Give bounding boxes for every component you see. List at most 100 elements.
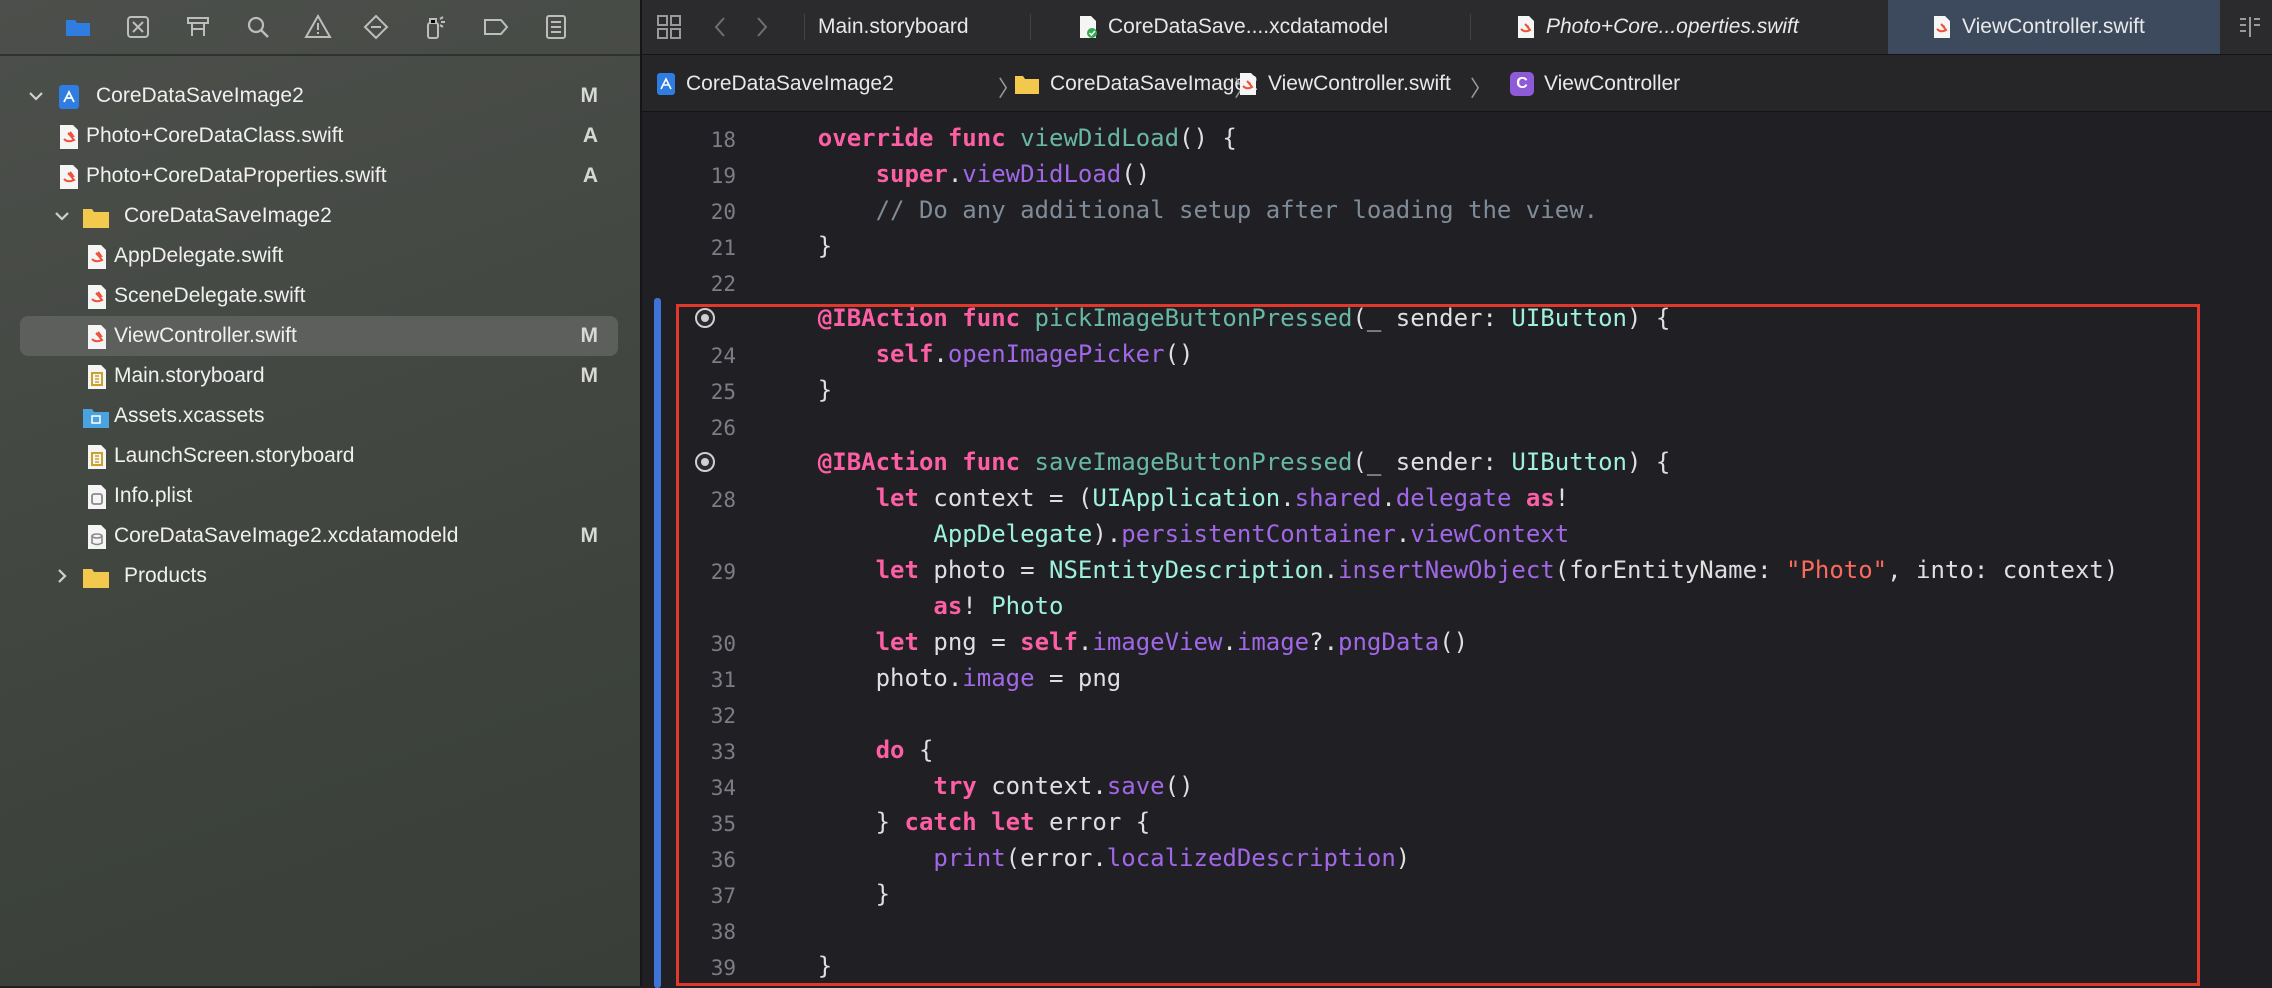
tab-label: CoreDataSave....xcdatamodel [1108, 15, 1389, 38]
code-line[interactable]: 24 self.openImagePicker() [642, 338, 2272, 374]
tree-item-file[interactable]: SceneDelegate.swift [20, 276, 618, 316]
tab-datamodel[interactable]: CoreDataSave....xcdatamodel [1078, 0, 1388, 54]
tree-item-label: Photo+CoreDataClass.swift [86, 124, 344, 147]
tab-viewcontroller[interactable]: ViewController.swift [1888, 0, 2220, 54]
tree-item-file[interactable]: Photo+CoreDataProperties.swift A [20, 156, 618, 196]
test-diamond-icon[interactable] [358, 10, 394, 44]
breakpoint-tag-icon[interactable] [478, 10, 514, 44]
tree-item-file[interactable]: Assets.xcassets [20, 396, 618, 436]
code-text: let context = (UIApplication.shared.dele… [875, 484, 1570, 512]
code-text: let png = self.imageView.image?.pngData(… [875, 628, 1469, 656]
chevron-down-icon[interactable] [52, 206, 72, 226]
breadcrumb-class[interactable]: C ViewController [1510, 70, 1680, 98]
folder-icon [83, 569, 109, 588]
folder-icon[interactable] [60, 10, 96, 44]
line-number: 36 [710, 848, 736, 872]
tree-item-label: Info.plist [114, 484, 193, 507]
datamodel-file-icon [1080, 16, 1097, 38]
chevron-right-icon[interactable] [52, 566, 72, 586]
line-number: 38 [710, 920, 736, 944]
code-line[interactable]: AppDelegate).persistentContainer.viewCon… [642, 518, 2272, 554]
breakpoint-icon[interactable] [695, 308, 715, 328]
xcode-project-icon [657, 73, 675, 95]
code-line[interactable]: 18 override func viewDidLoad() { [642, 122, 2272, 158]
tree-item-project[interactable]: CoreDataSaveImage2 M [20, 76, 618, 116]
tree-item-folder[interactable]: CoreDataSaveImage2 [20, 196, 618, 236]
source-editor: Main.storyboard CoreDataSave....xcdatamo… [642, 0, 2272, 988]
warning-icon[interactable] [300, 10, 336, 44]
tree-item-file[interactable]: LaunchScreen.storyboard [20, 436, 618, 476]
xcode-project-icon [59, 85, 79, 109]
code-text: // Do any additional setup after loading… [875, 196, 1599, 224]
code-line[interactable]: 32 [642, 698, 2272, 734]
class-badge-icon: C [1510, 72, 1534, 96]
code-line[interactable]: 35 } catch let error { [642, 806, 2272, 842]
code-text: @IBAction func pickImageButtonPressed(_ … [817, 304, 1671, 332]
chevron-down-icon[interactable] [26, 86, 46, 106]
code-line[interactable]: 39 } [642, 950, 2272, 986]
line-number: 18 [710, 128, 736, 152]
line-number: 19 [710, 164, 736, 188]
code-area[interactable]: 18 override func viewDidLoad() {19 super… [642, 112, 2272, 988]
search-icon[interactable] [240, 10, 276, 44]
line-number: 34 [710, 776, 736, 800]
tree-item-file[interactable]: CoreDataSaveImage2.xcdatamodeld M [20, 516, 618, 556]
code-line[interactable]: 31 photo.image = png [642, 662, 2272, 698]
tab-label: Photo+Core...operties.swift [1546, 15, 1799, 38]
tree-item-file[interactable]: Photo+CoreDataClass.swift A [20, 116, 618, 156]
breadcrumb-label: CoreDataSaveImage2 [1050, 72, 1258, 95]
breadcrumb-folder[interactable]: CoreDataSaveImage2 [1014, 70, 1258, 98]
swift-file-icon [1240, 73, 1256, 95]
tab-photo-properties[interactable]: Photo+Core...operties.swift [1516, 0, 1799, 54]
code-line[interactable]: 30 let png = self.imageView.image?.pngDa… [642, 626, 2272, 662]
code-text: try context.save() [933, 772, 1194, 800]
tree-item-label: SceneDelegate.swift [114, 284, 306, 307]
code-line[interactable]: 28 let context = (UIApplication.shared.d… [642, 482, 2272, 518]
code-line[interactable]: 29 let photo = NSEntityDescription.inser… [642, 554, 2272, 590]
tab-main-storyboard[interactable]: Main.storyboard [818, 0, 969, 54]
tree-item-file-selected[interactable]: ViewController.swift M [20, 316, 618, 356]
editor-options-icon[interactable] [2238, 0, 2262, 54]
code-line[interactable]: 19 super.viewDidLoad() [642, 158, 2272, 194]
git-status-badge: M [580, 524, 599, 547]
report-list-icon[interactable] [538, 10, 574, 44]
line-number: 29 [710, 560, 736, 584]
breakpoint-icon[interactable] [695, 452, 715, 472]
line-number: 30 [710, 632, 736, 656]
code-line[interactable]: 26 [642, 410, 2272, 446]
source-control-icon[interactable] [120, 10, 156, 44]
swift-file-icon [60, 165, 78, 189]
git-status-badge: M [580, 364, 599, 387]
folder-icon [83, 209, 109, 228]
forward-arrow-icon[interactable] [754, 0, 770, 54]
breadcrumb-file[interactable]: ViewController.swift [1238, 70, 1451, 98]
code-line[interactable]: 34 try context.save() [642, 770, 2272, 806]
code-line[interactable]: 22 [642, 266, 2272, 302]
grid-icon[interactable] [656, 0, 682, 54]
code-line[interactable]: @IBAction func pickImageButtonPressed(_ … [642, 302, 2272, 338]
breadcrumb-project[interactable]: CoreDataSaveImage2 [656, 70, 894, 98]
editor-tab-bar: Main.storyboard CoreDataSave....xcdatamo… [642, 0, 2272, 55]
line-number: 33 [710, 740, 736, 764]
line-number: 21 [710, 236, 736, 260]
line-number: 26 [710, 416, 736, 440]
code-line[interactable]: 33 do { [642, 734, 2272, 770]
code-line[interactable]: 20 // Do any additional setup after load… [642, 194, 2272, 230]
project-navigator: CoreDataSaveImage2 M Photo+CoreDataClass… [0, 0, 642, 986]
back-arrow-icon[interactable] [712, 0, 728, 54]
code-text: } [817, 952, 833, 980]
hierarchy-icon[interactable] [180, 10, 216, 44]
code-line[interactable]: 25 } [642, 374, 2272, 410]
code-line[interactable]: 36 print(error.localizedDescription) [642, 842, 2272, 878]
code-line[interactable]: 21 } [642, 230, 2272, 266]
git-status-badge: A [582, 164, 598, 187]
code-line[interactable]: @IBAction func saveImageButtonPressed(_ … [642, 446, 2272, 482]
tree-item-file[interactable]: AppDelegate.swift [20, 236, 618, 276]
code-line[interactable]: 37 } [642, 878, 2272, 914]
tree-item-file[interactable]: Main.storyboard M [20, 356, 618, 396]
tree-item-folder[interactable]: Products [20, 556, 618, 596]
tree-item-file[interactable]: Info.plist [20, 476, 618, 516]
code-line[interactable]: as! Photo [642, 590, 2272, 626]
code-line[interactable]: 38 [642, 914, 2272, 950]
debug-spray-icon[interactable] [418, 10, 454, 44]
